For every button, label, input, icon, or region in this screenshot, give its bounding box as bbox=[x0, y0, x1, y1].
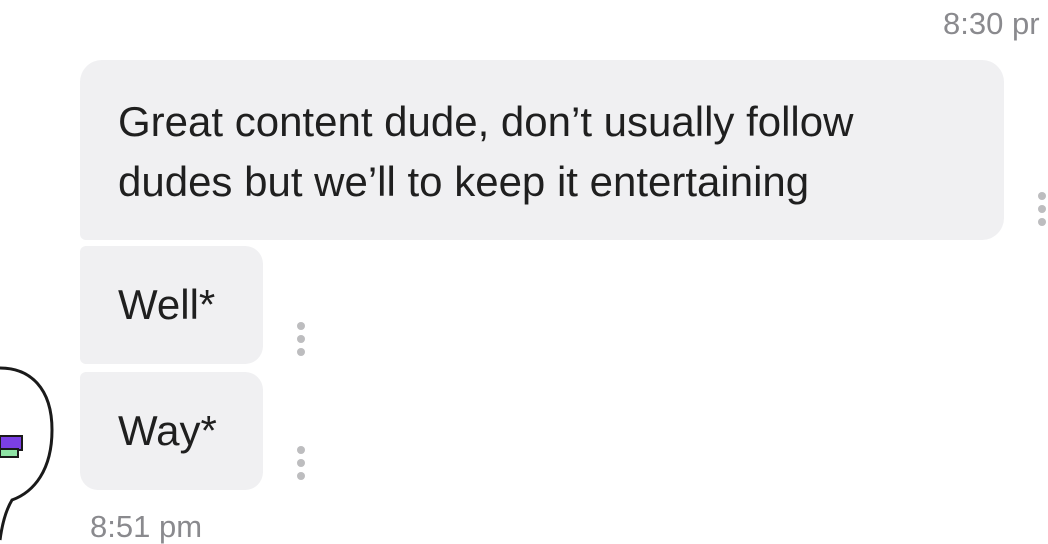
message-bubble[interactable]: Way* bbox=[80, 372, 263, 490]
message-timestamp-bottom: 8:51 pm bbox=[90, 509, 203, 544]
more-options-icon[interactable] bbox=[1036, 192, 1048, 226]
message-text-line: dudes but we’ll to keep it entertaining bbox=[118, 158, 810, 205]
message-bubble[interactable]: Well* bbox=[80, 246, 263, 364]
message-timestamp-top: 8:30 pr bbox=[943, 6, 1040, 41]
message-text-line: Great content dude, don’t usually follow bbox=[118, 98, 854, 145]
avatar-icon[interactable] bbox=[0, 360, 70, 543]
message-text-line: Well* bbox=[118, 281, 216, 328]
more-options-icon[interactable] bbox=[295, 322, 307, 356]
message-text-line: Way* bbox=[118, 407, 217, 454]
message-bubble[interactable]: Great content dude, don’t usually follow… bbox=[80, 60, 1004, 240]
more-options-icon[interactable] bbox=[295, 446, 307, 480]
